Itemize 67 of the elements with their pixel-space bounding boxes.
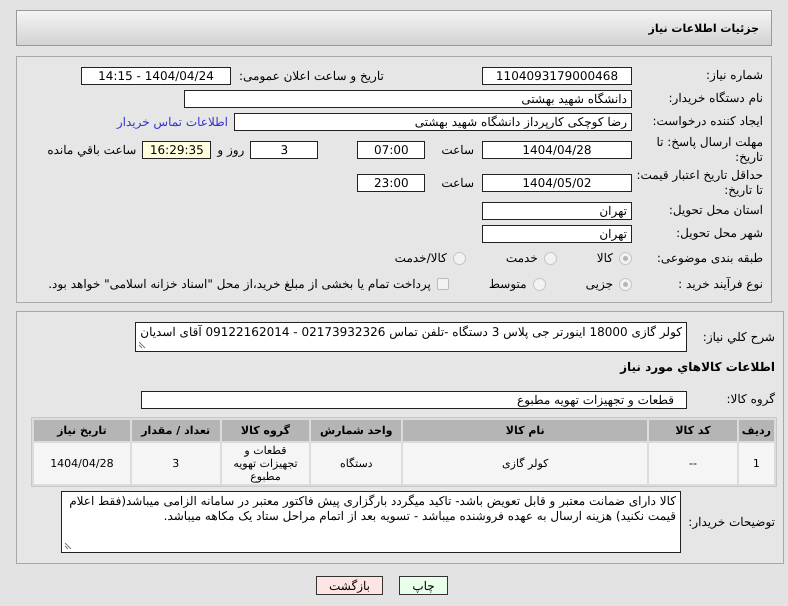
radio-button[interactable] bbox=[532, 278, 546, 290]
announce-date-field[interactable]: 1404/04/24 - 14:15 bbox=[81, 66, 231, 84]
date-field[interactable]: 1404/04/28 bbox=[482, 140, 632, 158]
field-label: نوع فرآیند خرید : bbox=[677, 276, 764, 292]
radio-label: متوسط bbox=[488, 277, 527, 291]
back-button[interactable]: بازگشت bbox=[316, 576, 383, 595]
payment-note: پرداخت تمام یا بخشی از مبلغ خرید،از محل "اسناد خزانه اسلامی" خواهد بود. bbox=[48, 277, 431, 291]
section-title: اطلاعات کالاهاي مورد نياز bbox=[618, 360, 775, 374]
table-cell: 3 bbox=[132, 443, 220, 484]
table-cell: قطعات و تجهیزات تهویه مطبوع bbox=[222, 443, 310, 484]
notes-text: کالا دارای ضمانت معتبر و قابل تعویض باشد- تاکید میگردد بارگزاری پیش فاکتور معتبر در سامانه الزامی میباشد(فقط اعلام قیمت نکنید) هزینه ارسال به عهده فروشنده میباشد - تسویه بعد از اتمام مراحل ستاد یک مکاهه میباشد. bbox=[69, 494, 676, 523]
field-label: گروه کالا: bbox=[726, 392, 776, 407]
time-field[interactable]: 07:00 bbox=[357, 140, 426, 158]
contact-link[interactable]: اطلاعات تماس خریدار bbox=[116, 114, 228, 128]
column-header: کد کالا bbox=[649, 420, 737, 441]
table-cell: -- bbox=[649, 443, 737, 484]
field-label: استان محل تحویل: bbox=[668, 203, 764, 218]
city-field[interactable]: تهران bbox=[482, 224, 632, 242]
field-label: شهر محل تحویل: bbox=[675, 226, 764, 241]
table-cell: 1404/04/28 bbox=[34, 443, 130, 484]
radio-label: کالا/خدمت bbox=[394, 251, 447, 265]
radio-label: جزیی bbox=[586, 277, 613, 291]
field-label: نام دستگاه خریدار: bbox=[668, 91, 764, 106]
creator-field[interactable]: رضا کوچکی کارپرداز دانشگاه شهید بهشتی bbox=[234, 112, 632, 130]
table-cell: دستگاه bbox=[311, 443, 402, 484]
description-field[interactable]: کولر گازی 18000 اینورتر جی پلاس 3 دستگاه -تلفن تماس 02173932326 - 09122162014 آقای اسدیان bbox=[135, 322, 687, 352]
field-label: توضیحات خریدار: bbox=[687, 514, 776, 530]
column-header: تعداد / مقدار bbox=[132, 420, 220, 441]
column-header: واحد شمارش bbox=[311, 420, 402, 441]
remaining-label: ساعت باقي مانده bbox=[47, 142, 136, 156]
field-label: تاریخ و ساعت اعلان عمومی: bbox=[239, 68, 384, 82]
radio-button[interactable] bbox=[452, 252, 466, 264]
radio-button[interactable] bbox=[619, 278, 632, 290]
time-field[interactable]: 23:00 bbox=[357, 174, 426, 192]
need-number-field[interactable]: 1104093179000468 bbox=[482, 66, 632, 84]
checkbox[interactable] bbox=[436, 278, 449, 290]
province-field[interactable]: تهران bbox=[482, 202, 632, 220]
table-cell: 1 bbox=[738, 443, 774, 484]
column-header: ردیف bbox=[738, 420, 774, 441]
buyer-field[interactable]: دانشگاه شهید بهشتی bbox=[184, 90, 632, 108]
field-label: شماره نیاز: bbox=[705, 68, 764, 83]
date-field[interactable]: 1404/05/02 bbox=[482, 174, 632, 192]
radio-button[interactable] bbox=[619, 252, 632, 264]
remaining-time-field[interactable]: 16:29:35 bbox=[142, 140, 212, 158]
field-label: مهلت ارسال پاسخ: تا تاریخ: bbox=[655, 134, 764, 164]
column-header: نام کالا bbox=[403, 420, 648, 441]
description-text: کولر گازی 18000 اینورتر جی پلاس 3 دستگاه -تلفن تماس 02173932326 - 09122162014 آقای اسدیان bbox=[140, 325, 682, 339]
resize-grip-icon[interactable] bbox=[64, 542, 72, 550]
resize-grip-icon[interactable] bbox=[138, 341, 146, 349]
buyer-notes-field[interactable] bbox=[61, 491, 681, 553]
table-cell: کولر گازی bbox=[403, 443, 648, 484]
time-label: ساعت bbox=[441, 142, 474, 156]
days-field[interactable]: 3 bbox=[250, 140, 318, 158]
print-button[interactable]: چاپ bbox=[399, 576, 448, 595]
field-label: حداقل تاریخ اعتبار قیمت: تا تاریخ: bbox=[635, 168, 764, 198]
column-header: گروه کالا bbox=[222, 420, 310, 441]
radio-label: کالا bbox=[596, 251, 613, 265]
radio-button[interactable] bbox=[544, 252, 557, 264]
page-title: جزئیات اطلاعات نیاز bbox=[648, 22, 759, 34]
time-label: ساعت bbox=[441, 176, 474, 190]
goods-group-field[interactable]: قطعات و تجهیزات تهویه مطبوع bbox=[141, 390, 687, 408]
column-header: تاریخ نیاز bbox=[34, 420, 130, 441]
field-label: ایجاد کننده درخواست: bbox=[651, 114, 764, 129]
field-label: شرح کلي نیاز: bbox=[702, 330, 776, 344]
days-label: روز و bbox=[217, 142, 244, 156]
radio-label: خدمت bbox=[506, 251, 538, 265]
field-label: طبقه بندی موضوعی: bbox=[656, 250, 764, 266]
